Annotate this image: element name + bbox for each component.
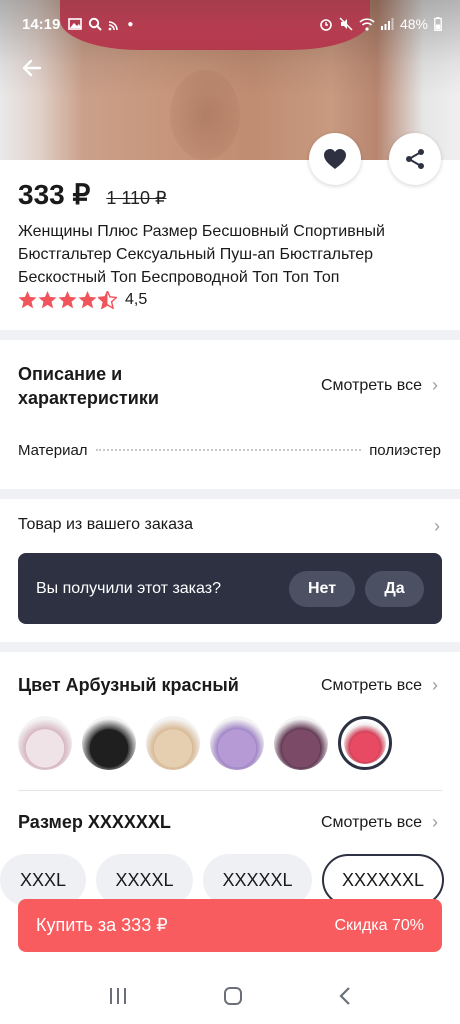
share-button[interactable]	[389, 133, 441, 185]
search-icon	[89, 17, 103, 31]
color-swatch[interactable]	[146, 716, 200, 770]
share-icon	[406, 149, 424, 169]
section-divider	[0, 489, 460, 499]
size-see-all-link[interactable]: Смотреть все ›	[321, 812, 438, 833]
color-title: Цвет Арбузный красный	[18, 675, 239, 695]
rating-stars	[18, 291, 117, 309]
description-title: Описание и характеристики	[18, 364, 159, 408]
discount-label: Скидка 70%	[334, 916, 424, 934]
battery-icon	[434, 17, 442, 31]
section-divider	[0, 642, 460, 652]
price-row: 333 ₽ 1 110 ₽	[18, 178, 166, 211]
buy-label: Купить за 333 ₽	[36, 915, 168, 935]
see-all-label: Смотреть все	[320, 676, 422, 694]
star-icon	[78, 291, 97, 309]
color-swatch-selected[interactable]	[338, 716, 392, 770]
spec-row-material: Материал полиэстер	[18, 442, 441, 459]
buy-button[interactable]: Купить за 333 ₽ Скидка 70%	[18, 899, 442, 952]
star-icon	[38, 291, 57, 309]
color-swatch[interactable]	[210, 716, 264, 770]
order-received-question: Вы получили этот заказ?	[36, 579, 221, 597]
recent-apps-icon[interactable]	[108, 987, 128, 1005]
color-swatch[interactable]	[18, 716, 72, 770]
color-swatches	[18, 716, 392, 770]
see-all-label: Смотреть все	[320, 376, 422, 394]
old-price: 1 110 ₽	[106, 188, 167, 208]
swatch-image	[146, 716, 200, 770]
swatch-image	[82, 716, 136, 770]
rating[interactable]: 4,5	[18, 291, 147, 309]
product-title: Женщины Плюс Размер Бесшовный Спортивный…	[18, 223, 385, 286]
back-icon[interactable]	[338, 986, 352, 1006]
current-price: 333 ₽	[18, 179, 91, 210]
rating-value: 4,5	[125, 291, 148, 308]
chevron-right-icon: ›	[432, 812, 438, 832]
battery-level: 48%	[399, 16, 428, 32]
cast-icon	[108, 20, 119, 30]
signal-icon	[380, 18, 394, 30]
see-all-label: Смотреть все	[320, 813, 422, 831]
order-received-prompt: Вы получили этот заказ? Нет Да	[18, 553, 442, 624]
no-button[interactable]: Нет	[289, 570, 355, 607]
chevron-right-icon: ›	[434, 516, 440, 536]
swatch-image	[274, 716, 328, 770]
home-icon[interactable]	[223, 986, 243, 1006]
order-item-label: Товар из вашего заказа	[18, 516, 194, 533]
order-item-link[interactable]: Товар из вашего заказа ›	[18, 516, 440, 537]
yes-button[interactable]: Да	[365, 570, 424, 607]
mute-icon	[339, 17, 353, 31]
star-icon	[18, 291, 37, 309]
divider-line	[18, 790, 442, 791]
spec-dots	[95, 449, 362, 451]
heart-icon	[324, 149, 346, 169]
swatch-image	[18, 716, 72, 770]
star-icon	[58, 291, 77, 309]
size-title: Размер XXXXXXL	[18, 812, 171, 832]
spec-name: Материал	[18, 442, 88, 459]
color-swatch[interactable]	[274, 716, 328, 770]
wifi-icon	[359, 17, 375, 31]
alarm-icon	[320, 19, 332, 31]
dot-icon: ●	[127, 18, 134, 30]
system-navigation-bar	[0, 968, 460, 1024]
swatch-image	[210, 716, 264, 770]
section-divider	[0, 330, 460, 340]
half-star-icon	[98, 291, 117, 309]
favorite-button[interactable]	[309, 133, 361, 185]
status-bar: 14:19 ● 48%	[0, 0, 460, 48]
color-see-all-link[interactable]: Смотреть все ›	[321, 675, 438, 696]
description-see-all-link[interactable]: Смотреть все ›	[321, 375, 438, 396]
swatch-image	[344, 722, 386, 764]
color-swatch[interactable]	[82, 716, 136, 770]
chevron-right-icon: ›	[432, 375, 438, 395]
status-time: 14:19	[22, 15, 61, 33]
status-right-icons: 48%	[319, 16, 442, 32]
chevron-right-icon: ›	[432, 675, 438, 695]
back-arrow-icon[interactable]	[20, 56, 44, 80]
status-left-icons: ●	[68, 17, 133, 31]
spec-value: полиэстер	[369, 442, 441, 459]
gallery-icon	[68, 18, 83, 30]
